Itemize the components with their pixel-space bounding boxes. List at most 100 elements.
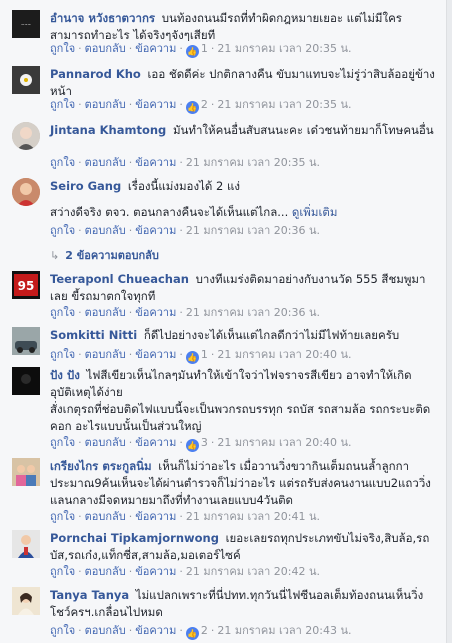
- commenter-name[interactable]: อำนาจ หวังธาตวากร: [50, 11, 155, 25]
- commenter-name[interactable]: Pornchai Tipkamjornwong: [50, 531, 219, 545]
- separator: ·: [128, 348, 133, 361]
- message-link[interactable]: ข้อความ: [135, 224, 176, 237]
- reply-link[interactable]: ตอบกลับ: [85, 306, 126, 319]
- commenter-name[interactable]: Jintana Khamtong: [50, 123, 166, 137]
- comment-body: Pornchai Tipkamjornwong เยอะเลยรถทุกประเ…: [50, 530, 440, 564]
- view-replies-link[interactable]: ↳ 2 ข้อความตอบกลับ: [50, 246, 159, 264]
- message-link[interactable]: ข้อความ: [135, 348, 176, 361]
- separator: ·: [78, 565, 82, 578]
- reaction-count[interactable]: 3: [201, 436, 208, 449]
- like-link[interactable]: ถูกใจ: [50, 156, 75, 169]
- avatar[interactable]: [12, 458, 40, 486]
- reply-link[interactable]: ตอบกลับ: [85, 156, 126, 169]
- timestamp[interactable]: 21 มกราคม เวลา 20:42 น.: [186, 565, 320, 578]
- avatar-image-icon: ~~~: [12, 10, 40, 38]
- timestamp[interactable]: 21 มกราคม เวลา 20:35 น.: [186, 156, 320, 169]
- like-link[interactable]: ถูกใจ: [50, 565, 75, 578]
- like-link[interactable]: ถูกใจ: [50, 624, 75, 637]
- like-link[interactable]: ถูกใจ: [50, 224, 75, 237]
- separator: ·: [179, 156, 183, 169]
- see-more-link[interactable]: ดูเพิ่มเติม: [292, 205, 338, 219]
- reply-link[interactable]: ตอบกลับ: [85, 224, 126, 237]
- like-link[interactable]: ถูกใจ: [50, 510, 75, 523]
- separator: ·: [210, 348, 215, 361]
- reply-link[interactable]: ตอบกลับ: [85, 624, 126, 637]
- comment-text: มันทำให้คนอื่นสับสนนะคะ เด๋วชนท้ายมาก็โท…: [172, 123, 434, 137]
- avatar[interactable]: [12, 530, 40, 558]
- avatar[interactable]: [12, 66, 40, 94]
- timestamp[interactable]: 21 มกราคม เวลา 20:41 น.: [186, 510, 320, 523]
- commenter-name[interactable]: Seiro Gang: [50, 179, 121, 193]
- commenter-name[interactable]: Teeraponl Chueachan: [50, 272, 189, 286]
- separator: ·: [179, 224, 183, 237]
- comment-text: ไฟสีเขียวเห็นไกลๆมันทำให้เข้าใจว่าไฟจราจ…: [50, 368, 412, 399]
- commenter-name[interactable]: Tanya Tanya: [50, 588, 129, 602]
- comment-body: Jintana Khamtong มันทำให้คนอื่นสับสนนะคะ…: [50, 122, 440, 139]
- like-reaction-icon[interactable]: 👍: [185, 627, 199, 640]
- comment-text-continued: สั่งเกตุรถที่ช่อบติดไฟแบบนี้จะเป็นพวกรถบ…: [50, 402, 431, 433]
- reaction-count[interactable]: 2: [201, 98, 208, 111]
- avatar[interactable]: [12, 587, 40, 615]
- reply-link[interactable]: ตอบกลับ: [85, 98, 126, 111]
- message-link[interactable]: ข้อความ: [135, 436, 176, 449]
- commenter-name[interactable]: เกรียงไกร ตระกูลนิ่ม: [50, 459, 152, 473]
- message-link[interactable]: ข้อความ: [135, 42, 176, 55]
- separator: ·: [210, 624, 215, 637]
- like-reaction-icon[interactable]: 👍: [185, 45, 199, 58]
- separator: ·: [128, 42, 133, 55]
- like-link[interactable]: ถูกใจ: [50, 306, 75, 319]
- timestamp[interactable]: 21 มกราคม เวลา 20:40 น.: [217, 436, 351, 449]
- timestamp[interactable]: 21 มกราคม เวลา 20:35 น.: [217, 98, 351, 111]
- comment-actions: ถูกใจ · ตอบกลับ · ข้อความ · 21 มกราคม เวลา 20:…: [50, 305, 320, 320]
- comments-panel: ~~~ อำนาจ หวังธาตวากร บนท้องถนนมีรถที่ทำ…: [0, 0, 447, 643]
- comment-actions: ถูกใจ · ตอบกลับ · ข้อความ · 21 มกราคม เวลา 20:…: [50, 155, 320, 170]
- message-link[interactable]: ข้อความ: [135, 624, 176, 637]
- timestamp[interactable]: 21 มกราคม เวลา 20:35 น.: [217, 42, 351, 55]
- reaction-count[interactable]: 1: [201, 348, 208, 361]
- avatar-image-icon: [12, 327, 40, 355]
- message-link[interactable]: ข้อความ: [135, 306, 176, 319]
- commenter-name[interactable]: Somkitti Nitti: [50, 328, 137, 342]
- like-reaction-icon[interactable]: 👍: [185, 101, 199, 114]
- comment-body: Teeraponl Chueachan บางทีแมร่งติดมาอย่าง…: [50, 271, 440, 305]
- avatar[interactable]: ~~~: [12, 10, 40, 38]
- reply-link[interactable]: ตอบกลับ: [85, 436, 126, 449]
- like-reaction-icon[interactable]: 👍: [185, 351, 199, 364]
- message-link[interactable]: ข้อความ: [135, 156, 176, 169]
- like-link[interactable]: ถูกใจ: [50, 98, 75, 111]
- comment-actions: ถูกใจ · ตอบกลับ · ข้อความ · 21 มกราคม เวลา 20:…: [50, 509, 320, 524]
- separator: ·: [128, 306, 133, 319]
- comment-body: อำนาจ หวังธาตวากร บนท้องถนนมีรถที่ทำผิดก…: [50, 10, 440, 44]
- replies-count-label[interactable]: 2 ข้อความตอบกลับ: [65, 249, 159, 262]
- comment-body: Seiro Gang เรื่องนี้แม่งมองได้ 2 แง่ สว่…: [50, 178, 440, 221]
- reply-link[interactable]: ตอบกลับ: [85, 348, 126, 361]
- comment-actions: ถูกใจ · ตอบกลับ · ข้อความ · 👍 2 · 21 มกราคม เวลา …: [50, 623, 352, 640]
- commenter-name[interactable]: ปัง ปัง: [50, 368, 80, 382]
- timestamp[interactable]: 21 มกราคม เวลา 20:36 น.: [186, 224, 320, 237]
- comment-body: เกรียงไกร ตระกูลนิ่ม เห็นก็ไม่ว่าอะไร เม…: [50, 458, 440, 509]
- timestamp[interactable]: 21 มกราคม เวลา 20:43 น.: [217, 624, 351, 637]
- timestamp[interactable]: 21 มกราคม เวลา 20:36 น.: [186, 306, 320, 319]
- commenter-name[interactable]: Pannarod Kho: [50, 67, 141, 81]
- like-reaction-icon[interactable]: 👍: [185, 439, 199, 452]
- message-link[interactable]: ข้อความ: [135, 565, 176, 578]
- avatar[interactable]: [12, 327, 40, 355]
- reaction-count[interactable]: 1: [201, 42, 208, 55]
- message-link[interactable]: ข้อความ: [135, 98, 176, 111]
- reply-link[interactable]: ตอบกลับ: [85, 42, 126, 55]
- avatar[interactable]: 95: [12, 271, 40, 299]
- comment-body: Tanya Tanya ไม่แปลกเพราะที่นี่ปทท.ทุกวัน…: [50, 587, 440, 621]
- reply-link[interactable]: ตอบกลับ: [85, 510, 126, 523]
- like-link[interactable]: ถูกใจ: [50, 436, 75, 449]
- avatar[interactable]: [12, 367, 40, 395]
- message-link[interactable]: ข้อความ: [135, 510, 176, 523]
- separator: ·: [78, 624, 82, 637]
- timestamp[interactable]: 21 มกราคม เวลา 20:40 น.: [217, 348, 351, 361]
- avatar[interactable]: [12, 178, 40, 206]
- reaction-count[interactable]: 2: [201, 624, 208, 637]
- reply-link[interactable]: ตอบกลับ: [85, 565, 126, 578]
- like-link[interactable]: ถูกใจ: [50, 42, 75, 55]
- like-link[interactable]: ถูกใจ: [50, 348, 75, 361]
- separator: ·: [78, 510, 82, 523]
- avatar[interactable]: [12, 122, 40, 150]
